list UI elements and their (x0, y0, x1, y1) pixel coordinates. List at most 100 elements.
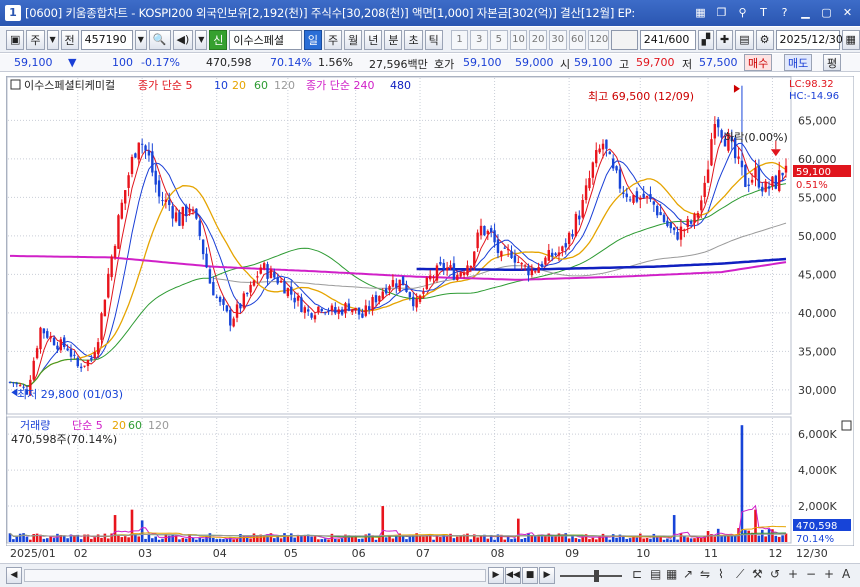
market-select[interactable]: 주 (26, 29, 45, 50)
speed-slider-thumb[interactable] (594, 570, 599, 582)
rewind-button[interactable]: ◀◀ (505, 567, 521, 584)
code-dropdown-icon[interactable]: ▼ (134, 29, 147, 50)
candle-body (334, 307, 337, 314)
interval-1[interactable]: 1 (450, 29, 469, 50)
calendar-icon[interactable]: ▦ (841, 29, 860, 50)
volume-bar (757, 535, 761, 542)
volume-bar (418, 535, 422, 542)
volume-bar (523, 538, 527, 542)
scroll-thumb[interactable] (25, 570, 485, 581)
interval-5[interactable]: 5 (490, 29, 508, 50)
tab-period-tick[interactable]: 틱 (424, 29, 443, 50)
tt-icon[interactable]: T (755, 4, 772, 21)
settings-gear-icon[interactable]: ⚙ (755, 29, 774, 50)
line-icon[interactable]: ⟋ (736, 567, 744, 582)
tab-period-day[interactable]: 일 (303, 29, 322, 50)
candle-body (530, 269, 534, 276)
interval-20[interactable]: 20 (529, 29, 547, 50)
candle-body (391, 280, 395, 287)
interval-10[interactable]: 10 (509, 29, 528, 50)
volume-bar (513, 538, 517, 542)
x-tick-label: 12 (768, 547, 782, 560)
eval-button[interactable]: 평 (823, 54, 842, 71)
candle-body (645, 195, 649, 197)
volume-bar (340, 538, 344, 542)
table-view-icon[interactable]: ▦ (666, 567, 677, 581)
auto-scale-icon[interactable]: A (842, 567, 850, 581)
price-volume-chart[interactable]: 30,000 35,000 40,000 45,000 50,000 55,000 60,0… (5, 75, 855, 547)
date-input[interactable]: 2025/12/30 (775, 29, 843, 50)
scroll-track[interactable] (24, 569, 486, 582)
volume-bar (66, 538, 69, 542)
candle-body (703, 182, 706, 197)
candle-body (737, 156, 740, 159)
chart-area[interactable]: 30,000 35,000 40,000 45,000 50,000 55,000 60,0… (5, 75, 855, 547)
speed-slider[interactable] (560, 575, 622, 577)
scroll-right-button[interactable]: ▶ (488, 567, 504, 584)
restore-icon[interactable]: ▢ (818, 4, 835, 21)
tab-period-month[interactable]: 월 (344, 29, 363, 50)
layout-icon[interactable]: ▣ (6, 29, 25, 50)
interval-3[interactable]: 3 (470, 29, 488, 50)
candle-body (79, 366, 83, 369)
trend-icon[interactable]: ⌇ (718, 567, 724, 581)
tab-period-minute[interactable]: 분 (384, 29, 403, 50)
volume-bar (642, 538, 645, 542)
volume-bar (232, 539, 235, 542)
help-icon[interactable]: ? (776, 4, 793, 21)
volume-tick-label: 6,000K (798, 428, 837, 441)
link-icon[interactable]: ⚲ (734, 4, 751, 21)
interval-30[interactable]: 30 (548, 29, 567, 50)
candle-body (717, 119, 720, 128)
play-button[interactable]: ▶ (539, 567, 555, 584)
candle-body (401, 276, 405, 286)
candle-body (273, 271, 276, 278)
buy-button[interactable]: 매수 (744, 54, 773, 71)
volume-bar (689, 538, 693, 542)
interval-120[interactable]: 120 (588, 29, 610, 50)
reset-icon[interactable]: ↺ (770, 567, 780, 581)
interval-custom-input[interactable] (611, 29, 638, 50)
candle-view-icon[interactable]: ▤ (650, 567, 661, 581)
volume-bar (760, 529, 764, 542)
candle-body (445, 267, 449, 271)
volume-bar (178, 539, 181, 542)
volume-bar (154, 536, 158, 542)
save-icon[interactable]: ▤ (735, 29, 754, 50)
volume-bar (256, 535, 259, 542)
scroll-left-button[interactable]: ◀ (6, 567, 22, 584)
zoom-in-icon[interactable]: + (788, 567, 798, 581)
minimize-icon[interactable]: ▁ (797, 4, 814, 21)
more-dropdown-icon[interactable]: ▼ (195, 29, 208, 50)
prev-button[interactable]: 전 (60, 29, 79, 50)
candle-body (8, 381, 12, 383)
tab-period-week[interactable]: 주 (323, 29, 343, 50)
zoom-out-icon[interactable]: − (806, 567, 816, 581)
view-toggle-icon[interactable]: ⊏ (632, 567, 642, 581)
stock-code-input[interactable]: 457190 (80, 29, 133, 50)
candle-body (598, 148, 601, 153)
tools-icon[interactable]: ⚒ (752, 567, 763, 581)
close-icon[interactable]: ✕ (839, 4, 856, 21)
new-badge[interactable]: 신 (209, 29, 228, 50)
sound-icon[interactable]: ◀) (172, 29, 194, 50)
stop-button[interactable]: ■ (522, 567, 538, 584)
chevron-down-icon[interactable]: ▼ (46, 29, 59, 50)
bar-count-input[interactable]: 241/600 (639, 29, 696, 50)
tab-period-second[interactable]: 초 (404, 29, 423, 50)
zoom-reset-icon[interactable]: + (824, 567, 834, 581)
crosshair-icon[interactable]: ✚ (716, 29, 734, 50)
candle-body (215, 296, 218, 298)
search-icon[interactable]: 🔍 (148, 29, 171, 50)
candle-body (354, 307, 357, 311)
interval-60[interactable]: 60 (568, 29, 587, 50)
price-change-pct: -0.17% (141, 56, 180, 69)
tab-period-year[interactable]: 년 (364, 29, 383, 50)
sell-button[interactable]: 매도 (784, 54, 813, 71)
copy-window-icon[interactable]: ❐ (713, 4, 730, 21)
chart-tools-icon[interactable]: ▞ (697, 29, 715, 50)
candle-body (364, 305, 368, 316)
arrow-view-icon[interactable]: ↗ (683, 567, 693, 581)
pattern-icon[interactable]: ⇋ (700, 567, 710, 581)
grid-icon[interactable]: ▦ (692, 4, 709, 21)
